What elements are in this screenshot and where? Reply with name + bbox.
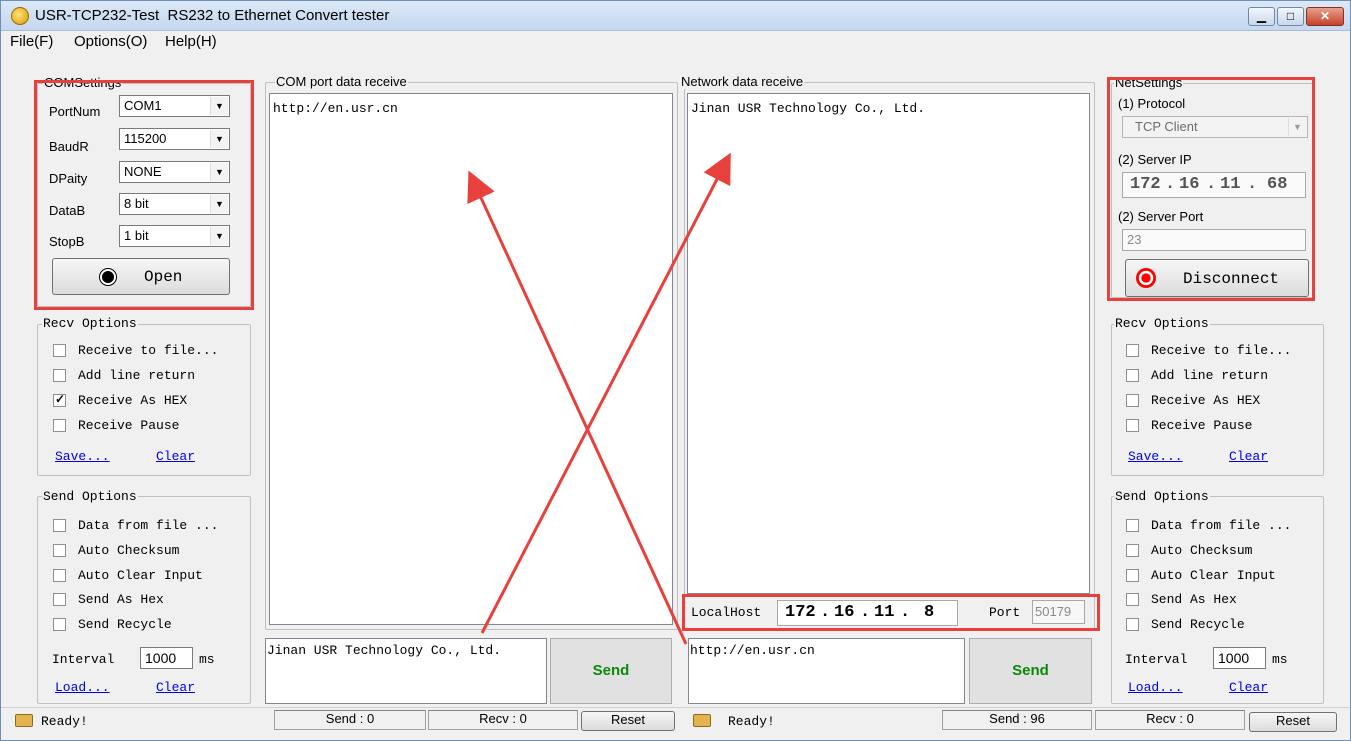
- arrow-net-to-com: [467, 170, 688, 645]
- arrow-com-to-net: [480, 152, 731, 634]
- app-window: USR-TCP232-Test RS232 to Ethernet Conver…: [0, 0, 1351, 741]
- annotation-arrows: [467, 152, 731, 645]
